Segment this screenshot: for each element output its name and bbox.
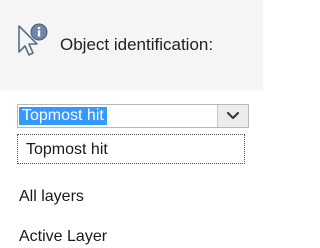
header-panel: Object identification: <box>0 0 263 90</box>
select-current-value: Topmost hit <box>19 107 107 125</box>
option-active-layer[interactable]: Active Layer <box>19 228 107 246</box>
dropdown-arrow-button[interactable] <box>218 105 248 127</box>
option-topmost-hit[interactable]: Topmost hit <box>17 134 245 164</box>
chevron-down-icon <box>226 111 240 120</box>
dropdown-area: Topmost hit Topmost hit All layers Activ… <box>0 90 263 248</box>
option-all-layers[interactable]: All layers <box>19 188 84 206</box>
pointer-info-icon <box>16 22 50 62</box>
object-identification-label: Object identification: <box>60 35 214 54</box>
object-identification-select[interactable]: Topmost hit <box>17 104 249 128</box>
